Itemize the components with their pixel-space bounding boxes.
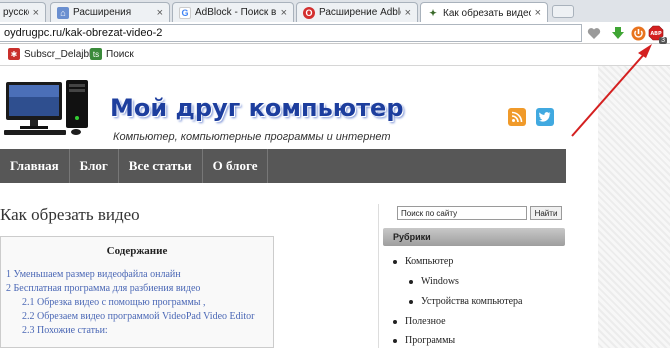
site-search-button[interactable]: Найти [530, 206, 562, 220]
tab-label: Расширения [73, 7, 132, 18]
close-icon[interactable]: × [405, 7, 411, 19]
bullet-icon [409, 299, 413, 304]
site-icon: ✦ [429, 7, 437, 18]
category-devices[interactable]: Устройства компьютера [409, 296, 522, 307]
nav-item-blog[interactable]: Блог [70, 149, 119, 183]
nav-item-home[interactable]: Главная [0, 149, 70, 183]
category-label: Устройства компьютера [421, 296, 523, 307]
tab-5[interactable]: ✦ Как обрезать видео на ко × [420, 2, 548, 23]
tab-3[interactable]: G AdBlock - Поиск в Google × [172, 2, 294, 22]
bullet-icon [393, 338, 397, 343]
category-label: Компьютер [405, 256, 454, 267]
search-icon: ts [90, 48, 102, 60]
new-tab-button[interactable] [552, 5, 574, 18]
category-programs[interactable]: Программы [393, 335, 455, 346]
toc-heading: Содержание [106, 245, 168, 257]
categories-widget-title: Рубрики [383, 228, 565, 246]
site: Мой друг компьютер Компьютер, компьютерн… [0, 66, 598, 348]
toc-item-1[interactable]: 1 Уменьшаем размер видеофайла онлайн [6, 269, 181, 280]
bookmarks-bar: ✱ Subscr_Delajblog ts Поиск [0, 45, 670, 66]
opera-icon: O [303, 6, 315, 19]
category-windows[interactable]: Windows [409, 276, 459, 287]
bullet-icon [393, 319, 397, 324]
tab-label: русскоязы [3, 7, 29, 18]
category-label: Программы [405, 335, 456, 346]
adblock-badge: 3 [659, 37, 667, 44]
address-bar: ABP 3 [0, 22, 670, 44]
tab-4[interactable]: O Расширение Adblock Plu × [296, 2, 418, 22]
adblock-icon[interactable]: ABP 3 [648, 25, 667, 44]
tab-label: Как обрезать видео на ко [443, 7, 531, 19]
table-of-contents: Содержание 1 Уменьшаем размер видеофайла… [0, 236, 274, 348]
category-label: Windows [421, 276, 459, 287]
bookmark-search[interactable]: ts Поиск [90, 48, 134, 60]
bookmark-label: Поиск [106, 48, 134, 60]
bullet-icon [393, 259, 397, 264]
bookmark-subscr[interactable]: ✱ Subscr_Delajblog [8, 48, 102, 60]
close-icon[interactable]: × [281, 7, 287, 19]
twitter-icon[interactable] [536, 108, 554, 126]
nav-item-about[interactable]: О блоге [203, 149, 269, 183]
site-search-input[interactable] [397, 206, 527, 220]
tab-label: AdBlock - Поиск в Google [195, 7, 277, 18]
close-icon[interactable]: × [535, 7, 541, 19]
computer-logo-icon [4, 80, 88, 135]
gear-icon: ✱ [8, 48, 20, 60]
tab-label: Расширение Adblock Plu [319, 7, 401, 18]
site-title[interactable]: Мой друг компьютер [110, 94, 404, 122]
heart-icon[interactable] [586, 25, 602, 41]
close-icon[interactable]: × [157, 7, 163, 19]
tab-2[interactable]: ⌂ Расширения × [50, 2, 170, 22]
article-title: Как обрезать видео [0, 205, 140, 224]
nav-item-all-articles[interactable]: Все статьи [119, 149, 203, 183]
site-banner[interactable]: Мой друг компьютер Компьютер, компьютерн… [0, 74, 412, 143]
bullet-icon [409, 279, 413, 284]
site-tagline: Компьютер, компьютерные программы и инте… [113, 131, 391, 143]
toc-item-2-2[interactable]: 2.2 Обрезаем видео программой VideoPad V… [22, 311, 255, 322]
download-icon[interactable] [610, 25, 626, 41]
category-computer[interactable]: Компьютер [393, 256, 453, 267]
toc-item-2-3[interactable]: 2.3 Похожие статьи: [22, 325, 108, 336]
power-icon[interactable] [630, 25, 646, 41]
rss-icon[interactable] [508, 108, 526, 126]
tab-1[interactable]: русскоязы × [0, 2, 46, 22]
category-label: Полезное [405, 316, 446, 327]
sidebar: Найти Рубрики Компьютер Windows Устройст… [378, 204, 568, 348]
google-icon: G [179, 6, 191, 19]
site-header: Мой друг компьютер Компьютер, компьютерн… [0, 66, 598, 148]
toc-item-2-1[interactable]: 2.1 Обрезка видео с помощью программы , [22, 297, 206, 308]
page-viewport: Мой друг компьютер Компьютер, компьютерн… [0, 66, 670, 348]
puzzle-icon: ⌂ [57, 6, 69, 19]
category-useful[interactable]: Полезное [393, 316, 446, 327]
main-nav: Главная Блог Все статьи О блоге [0, 149, 566, 183]
toc-item-2[interactable]: 2 Бесплатная программа для разбиения вид… [6, 283, 200, 294]
tab-bar: русскоязы × ⌂ Расширения × G AdBlock - П… [0, 0, 670, 23]
close-icon[interactable]: × [33, 7, 39, 19]
url-input[interactable] [0, 24, 582, 42]
